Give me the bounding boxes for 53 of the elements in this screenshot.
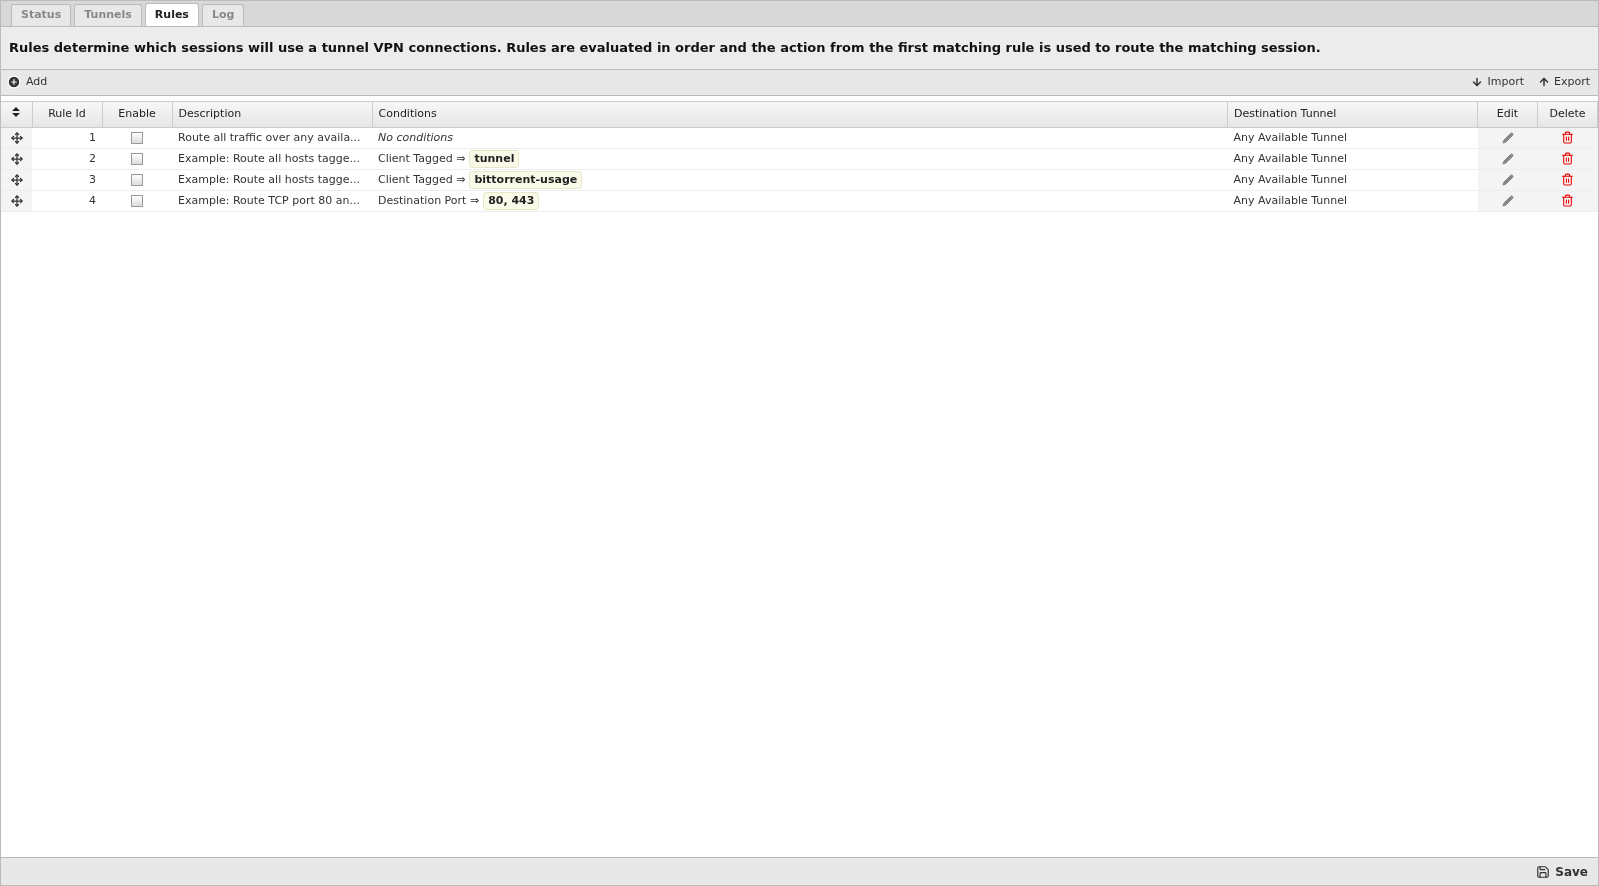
rules-description: Rules determine which sessions will use a tunnel VPN connections. Rules are evaluated in order and the action from the first matching rule is used to route the matching session. xyxy=(9,39,1322,57)
plus-icon xyxy=(7,75,21,89)
arrow-up-icon xyxy=(1538,76,1550,88)
table-cell: Route all traffic over any availa... xyxy=(172,127,372,149)
table-cell: Any Available Tunnel xyxy=(1227,169,1478,191)
condition-value: bittorrent-usage xyxy=(469,170,583,190)
column-header[interactable]: Conditions xyxy=(372,101,1228,128)
arrow-down-icon xyxy=(1471,76,1484,88)
edit-icon[interactable] xyxy=(1501,131,1514,144)
enable-checkbox[interactable] xyxy=(131,131,143,144)
column-header[interactable]: Destination Tunnel xyxy=(1227,101,1478,128)
tab[interactable]: Rules xyxy=(144,3,199,26)
edit-icon[interactable] xyxy=(1501,152,1514,165)
table-cell: Example: Route all hosts tagge... xyxy=(172,169,372,191)
condition-value: tunnel xyxy=(469,149,520,169)
delete-icon[interactable] xyxy=(1561,173,1574,187)
column-header[interactable]: Description xyxy=(172,101,372,128)
save-icon xyxy=(1536,864,1551,879)
enable-checkbox[interactable] xyxy=(131,152,143,165)
table-cell: Any Available Tunnel xyxy=(1227,148,1478,170)
sort-icon[interactable] xyxy=(12,107,21,117)
column-header[interactable]: Edit xyxy=(1477,101,1538,128)
column-header[interactable]: Delete xyxy=(1537,101,1598,128)
table-cell: Example: Route TCP port 80 an... xyxy=(172,190,372,212)
table-cell: 3 xyxy=(32,169,102,191)
add-button[interactable]: Add xyxy=(7,73,48,91)
table-cell: Any Available Tunnel xyxy=(1227,127,1478,149)
condition-label: Client Tagged ⇒ xyxy=(378,150,466,167)
save-button[interactable]: Save xyxy=(1536,862,1588,881)
import-button[interactable]: Import xyxy=(1471,73,1524,91)
enable-checkbox[interactable] xyxy=(131,194,143,207)
drag-handle-icon[interactable] xyxy=(10,152,23,165)
table-cell: 2 xyxy=(32,148,102,170)
column-header[interactable]: Enable xyxy=(102,101,172,128)
condition-label: Destination Port ⇒ xyxy=(378,192,480,209)
table-cell: Example: Route all hosts tagge... xyxy=(172,148,372,170)
enable-checkbox[interactable] xyxy=(131,173,143,186)
condition-value: 80, 443 xyxy=(483,191,540,211)
drag-handle-icon[interactable] xyxy=(10,194,23,207)
export-button[interactable]: Export xyxy=(1538,73,1590,91)
edit-icon[interactable] xyxy=(1501,173,1514,186)
table-cell: 1 xyxy=(32,127,102,149)
table-cell: Any Available Tunnel xyxy=(1227,190,1478,212)
drag-handle-icon[interactable] xyxy=(10,173,23,186)
delete-icon[interactable] xyxy=(1561,194,1574,208)
table-cell: 4 xyxy=(32,190,102,212)
column-header[interactable]: Rule Id xyxy=(32,101,102,128)
drag-handle-icon[interactable] xyxy=(10,131,23,144)
table-cell: No conditions xyxy=(378,130,454,144)
delete-icon[interactable] xyxy=(1561,152,1574,166)
condition-label: Client Tagged ⇒ xyxy=(378,171,466,188)
edit-icon[interactable] xyxy=(1501,194,1514,207)
delete-icon[interactable] xyxy=(1561,131,1574,145)
